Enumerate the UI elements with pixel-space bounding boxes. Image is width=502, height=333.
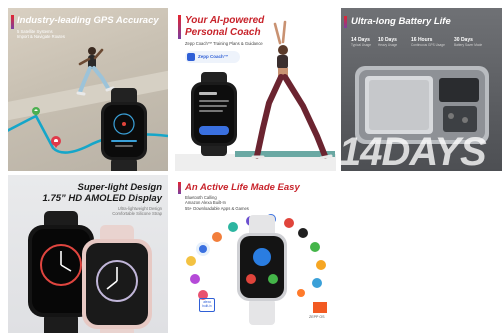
active-life-tile[interactable]: An Active Life Made Easy Bluetooth Calli… [175, 175, 336, 333]
watches-image [28, 211, 152, 333]
coach-scene [175, 20, 336, 171]
battery-life-tile[interactable]: Ultra-long Battery Life 14 Days Typical … [341, 8, 502, 171]
gps-route-scene [8, 47, 168, 171]
zepp-os-label: ZEPP OS [309, 315, 325, 319]
zepp-os-logo [313, 302, 327, 313]
battery-big-text: 14DAYS [341, 130, 487, 171]
product-image-grid: Industry-leading GPS Accuracy 5 Satellit… [0, 0, 502, 333]
alexa-badge: alexa built-in [199, 298, 215, 312]
gps-accuracy-tile[interactable]: Industry-leading GPS Accuracy 5 Satellit… [8, 8, 168, 171]
design-display-tile[interactable]: Super-light Design 1.75” HD AMOLED Displ… [8, 175, 168, 333]
ai-coach-tile[interactable]: Your AI-powered Personal Coach Zepp Coac… [175, 8, 336, 171]
